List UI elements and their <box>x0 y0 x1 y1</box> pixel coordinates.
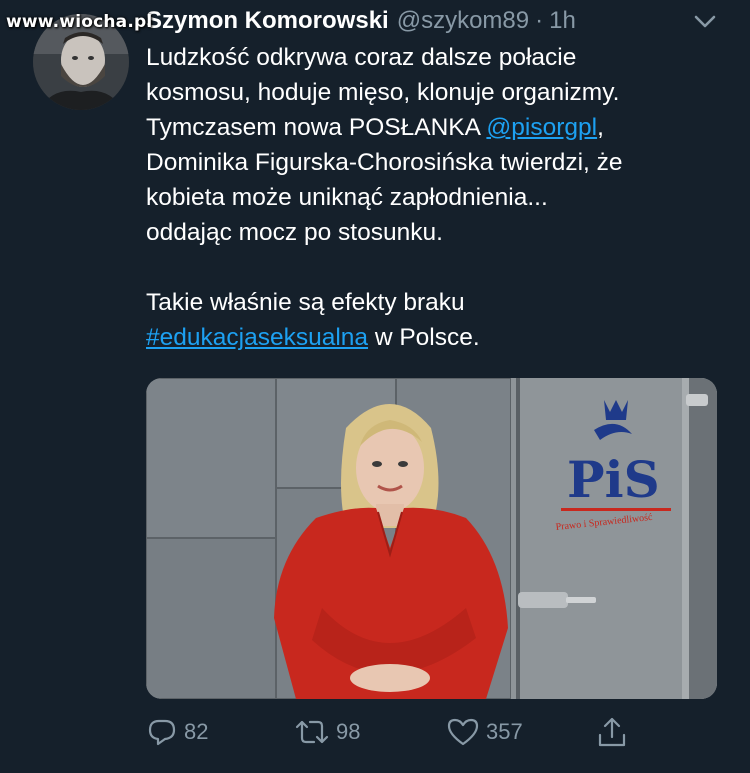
reply-icon <box>148 719 176 746</box>
mention-link[interactable]: @pisorgpl <box>486 114 597 141</box>
tweet-line-text: w Polsce. <box>368 324 480 351</box>
tweet-header: Szymon Komorowski @szykom89 · 1h <box>146 4 730 38</box>
tweet-line-text: , <box>597 114 604 141</box>
media-photo: PiS Prawo i Sprawiedliwość <box>146 378 717 699</box>
tweet-line: #edukacjaseksualna w Polsce. <box>146 320 736 355</box>
share-button[interactable] <box>596 712 628 752</box>
tweet-line-text: Tymczasem nowa POSŁANKA <box>146 114 487 141</box>
tweet-actions: 82 98 357 <box>146 712 706 752</box>
tweet-line: oddając mocz po stosunku. <box>146 219 443 246</box>
retweet-button[interactable]: 98 <box>294 712 360 752</box>
retweet-icon <box>295 720 329 744</box>
author-handle[interactable]: @szykom89 <box>397 7 529 35</box>
watermark: www.wiocha.pl <box>6 12 153 32</box>
tweet-line: kobieta może uniknąć zapłodnienia... <box>146 184 548 211</box>
tweet-line: kosmosu, hoduje mięso, klonuje organizmy… <box>146 79 620 106</box>
like-count: 357 <box>486 719 523 744</box>
reply-button[interactable]: 82 <box>146 712 208 752</box>
tweet-media[interactable]: PiS Prawo i Sprawiedliwość <box>146 378 717 699</box>
tweet-line: Ludzkość odkrywa coraz dalsze połacie <box>146 44 577 71</box>
tweet-line: Dominika Figurska-Chorosińska twierdzi, … <box>146 149 623 176</box>
like-icon <box>447 718 479 746</box>
reply-count: 82 <box>184 719 209 744</box>
author-name[interactable]: Szymon Komorowski <box>146 7 389 35</box>
chevron-down-icon[interactable] <box>690 6 720 36</box>
tweet-line: Tymczasem nowa POSŁANKA @pisorgpl, <box>146 110 736 145</box>
tweet-time[interactable]: 1h <box>549 7 576 35</box>
tweet-line: Takie właśnie są efekty braku <box>146 289 465 316</box>
party-logo-text: PiS <box>567 450 660 509</box>
retweet-count: 98 <box>336 719 361 744</box>
time-separator: · <box>535 7 544 34</box>
share-icon <box>598 717 626 747</box>
like-button[interactable]: 357 <box>446 712 523 752</box>
tweet-text: Ludzkość odkrywa coraz dalsze połacie ko… <box>146 40 736 355</box>
hashtag-link[interactable]: #edukacjaseksualna <box>146 324 368 351</box>
